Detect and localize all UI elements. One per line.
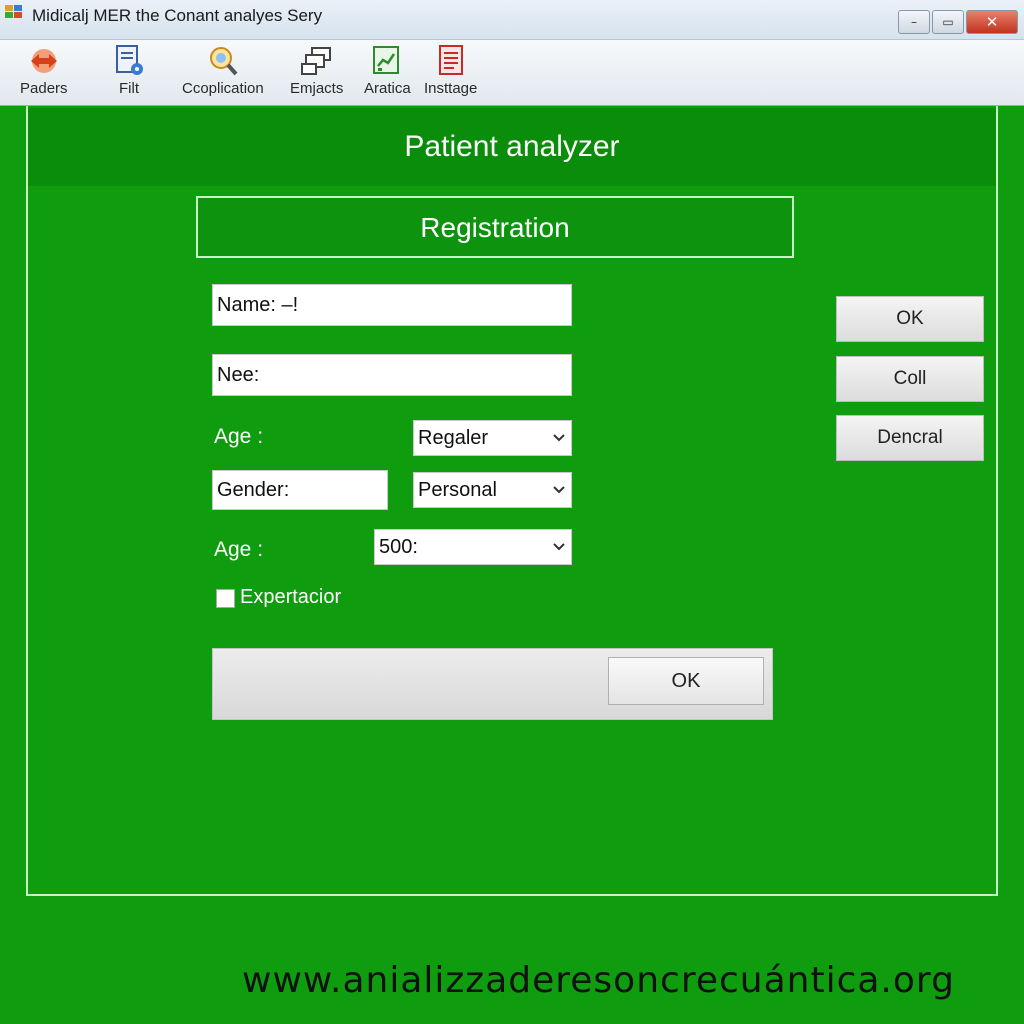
coll-button[interactable]: Coll bbox=[836, 356, 984, 402]
type-select-value: Regaler bbox=[418, 426, 489, 449]
toolbar-item-aratica[interactable]: Aratica bbox=[364, 44, 411, 97]
window-title: Midicalj MER the Conant analyes Sery bbox=[32, 6, 323, 25]
type-select[interactable]: Regaler bbox=[413, 420, 572, 456]
value-select[interactable]: 500: bbox=[374, 529, 572, 565]
nee-field[interactable]: Nee: bbox=[212, 354, 572, 396]
toolbar-item-ccoplication[interactable]: Ccoplication bbox=[182, 44, 264, 97]
toolbar: Paders Filt Ccoplication Emjacts Aratica… bbox=[0, 40, 1024, 106]
window-controls: – ▭ ✕ bbox=[898, 10, 1018, 34]
chevron-down-icon bbox=[553, 486, 565, 494]
form-document-icon bbox=[434, 44, 468, 78]
document-gear-icon bbox=[112, 44, 146, 78]
chevron-down-icon bbox=[553, 434, 565, 442]
toolbar-label: Emjacts bbox=[290, 80, 344, 97]
toolbar-label: Aratica bbox=[364, 80, 411, 97]
chart-document-icon bbox=[370, 44, 404, 78]
dencral-button[interactable]: Dencral bbox=[836, 415, 984, 461]
value-select-value: 500: bbox=[379, 535, 418, 558]
checkbox-label: Expertacior bbox=[240, 586, 342, 608]
chevron-down-icon bbox=[553, 543, 565, 551]
toolbar-label: Paders bbox=[20, 80, 68, 97]
title-bar: Midicalj MER the Conant analyes Sery – ▭… bbox=[0, 0, 1024, 40]
category-select-value: Personal bbox=[418, 478, 497, 501]
page-title: Patient analyzer bbox=[404, 130, 620, 163]
section-title: Registration bbox=[420, 212, 570, 243]
ok-button[interactable]: OK bbox=[836, 296, 984, 342]
toolbar-item-insttage[interactable]: Insttage bbox=[424, 44, 477, 97]
bottom-ok-button[interactable]: OK bbox=[608, 657, 764, 705]
toolbar-label: Insttage bbox=[424, 80, 478, 97]
header-band: Patient analyzer bbox=[28, 108, 996, 186]
name-field[interactable]: Name: –! bbox=[212, 284, 572, 326]
age-label-2: Age : bbox=[214, 538, 264, 561]
toolbar-item-paders[interactable]: Paders bbox=[20, 44, 68, 97]
toolbar-item-filt[interactable]: Filt bbox=[112, 44, 146, 97]
gender-field[interactable]: Gender: bbox=[212, 470, 388, 510]
expertacior-checkbox[interactable] bbox=[216, 589, 235, 608]
app-icon bbox=[5, 5, 22, 18]
toolbar-item-emjacts[interactable]: Emjacts bbox=[290, 44, 343, 97]
category-select[interactable]: Personal bbox=[413, 472, 572, 508]
registration-header: Registration bbox=[196, 196, 794, 258]
layers-icon bbox=[300, 44, 334, 78]
age-label: Age : bbox=[214, 425, 264, 448]
toolbar-label: Ccoplication bbox=[182, 80, 264, 97]
watermark: www.anializzaderesoncrecuántica.org bbox=[242, 960, 955, 1001]
maximize-button[interactable]: ▭ bbox=[932, 10, 964, 34]
minimize-button[interactable]: – bbox=[898, 10, 930, 34]
bottom-bar: OK bbox=[212, 648, 773, 720]
arrows-icon bbox=[27, 44, 61, 78]
magnifier-icon bbox=[206, 44, 240, 78]
close-button[interactable]: ✕ bbox=[966, 10, 1018, 34]
toolbar-label: Filt bbox=[119, 80, 139, 97]
